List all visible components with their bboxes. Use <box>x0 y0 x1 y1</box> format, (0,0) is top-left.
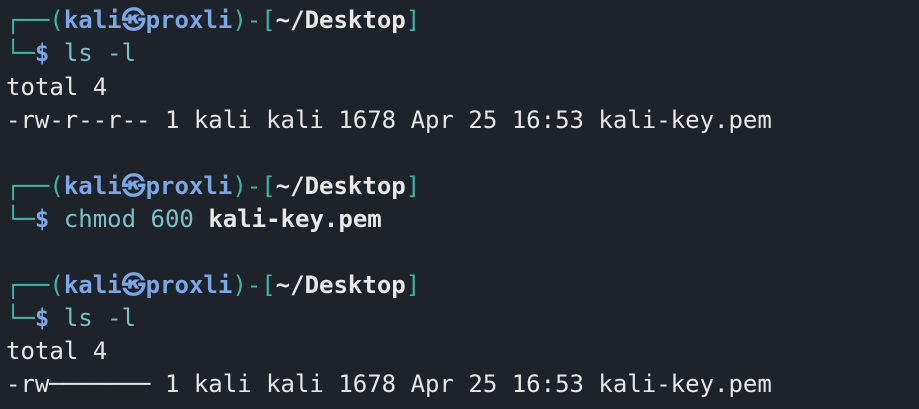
command-file-arg: kali-key.pem <box>208 205 382 233</box>
command-name: ls <box>63 304 93 332</box>
prompt-host: proxli <box>145 6 233 34</box>
prompt-line-2: ┌──(kali㉿proxli)-[~/Desktop] <box>6 170 420 203</box>
prompt-corner-bottom: └─ <box>6 304 35 332</box>
prompt-cwd: ~/Desktop <box>275 6 406 34</box>
prompt-corner-bottom: └─ <box>6 205 35 233</box>
prompt-at-icon: ㉿ <box>121 6 146 34</box>
prompt-cwd: ~/Desktop <box>275 172 406 200</box>
prompt-open-paren: ( <box>49 172 64 200</box>
output-line: -rw─────── 1 kali kali 1678 Apr 25 16:53… <box>6 370 772 398</box>
prompt-dollar: $ <box>34 39 50 67</box>
prompt-separator: )-[ <box>232 6 276 34</box>
prompt-close-bracket: ] <box>405 6 421 34</box>
prompt-close-bracket: ] <box>405 271 421 299</box>
prompt-host: proxli <box>145 271 233 299</box>
prompt-line-1: ┌──(kali㉿proxli)-[~/Desktop] <box>6 4 420 37</box>
prompt-corner-top: ┌── <box>6 271 50 299</box>
prompt-dollar: $ <box>34 304 50 332</box>
command-name: ls <box>63 39 93 67</box>
prompt-open-paren: ( <box>49 6 64 34</box>
command-args: 600 <box>150 205 194 233</box>
prompt-dollar: $ <box>34 205 50 233</box>
prompt-corner-bottom: └─ <box>6 39 35 67</box>
output-line: total 4 <box>6 73 108 101</box>
prompt-corner-top: ┌── <box>6 172 50 200</box>
command-line-3: └─$ ls -l <box>6 302 136 335</box>
prompt-at-icon: ㉿ <box>121 172 146 200</box>
output-line: -rw-r--r-- 1 kali kali 1678 Apr 25 16:53… <box>6 106 772 134</box>
command-line-1: └─$ ls -l <box>6 37 136 70</box>
terminal-window[interactable]: ┌──(kali㉿proxli)-[~/Desktop] └─$ ls -l t… <box>0 0 919 409</box>
output-line: total 4 <box>6 337 108 365</box>
prompt-corner-top: ┌── <box>6 6 50 34</box>
command-args: -l <box>107 39 137 67</box>
prompt-close-bracket: ] <box>405 172 421 200</box>
prompt-line-3: ┌──(kali㉿proxli)-[~/Desktop] <box>6 269 420 302</box>
prompt-separator: )-[ <box>232 271 276 299</box>
prompt-at-icon: ㉿ <box>121 271 146 299</box>
command-line-2: └─$ chmod 600 kali-key.pem <box>6 203 382 236</box>
command-name: chmod <box>63 205 137 233</box>
prompt-user: kali <box>63 172 122 200</box>
prompt-open-paren: ( <box>49 271 64 299</box>
prompt-user: kali <box>63 6 122 34</box>
prompt-host: proxli <box>145 172 233 200</box>
prompt-user: kali <box>63 271 122 299</box>
command-args: -l <box>107 304 137 332</box>
prompt-cwd: ~/Desktop <box>275 271 406 299</box>
prompt-separator: )-[ <box>232 172 276 200</box>
